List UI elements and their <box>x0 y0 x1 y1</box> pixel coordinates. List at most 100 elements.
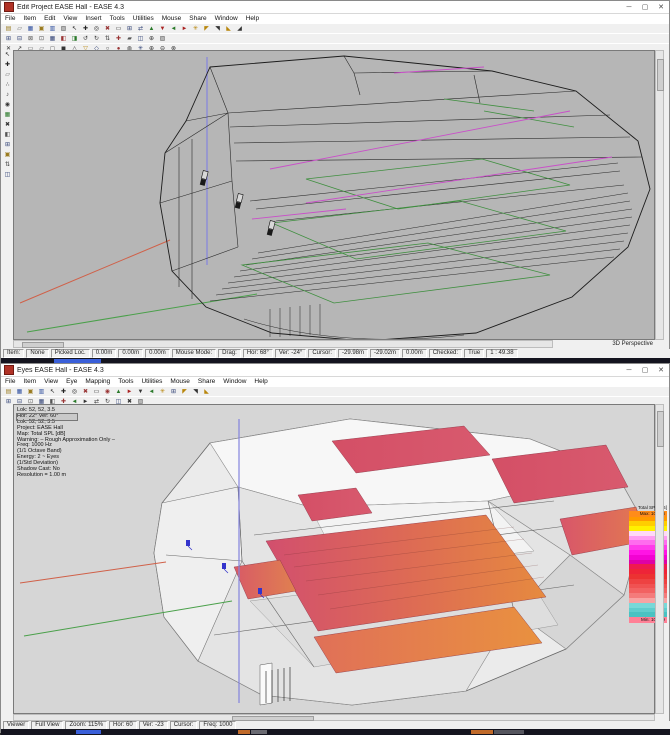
menu-item[interactable]: Item <box>19 378 40 385</box>
wireframe-3d-view[interactable] <box>13 50 655 340</box>
menu-item[interactable]: Eye <box>62 378 81 385</box>
flag-objects-icon[interactable]: ◢ <box>234 24 245 33</box>
flag-a-icon[interactable]: ◤ <box>179 387 190 396</box>
open-folder-icon[interactable]: ▣ <box>36 24 47 33</box>
menu-item[interactable]: Window <box>219 378 250 385</box>
zoom-window-icon[interactable]: ◎ <box>91 24 102 33</box>
maximize-button[interactable]: ▢ <box>637 364 653 376</box>
layers-tool-icon[interactable]: ◫ <box>3 170 13 180</box>
window-split-icon[interactable]: ◫ <box>135 34 146 43</box>
menu-item[interactable]: Item <box>19 15 40 22</box>
render-mapping-icon[interactable]: ◉ <box>102 387 113 396</box>
menu-item[interactable]: View <box>40 378 62 385</box>
object-tool-icon[interactable]: ▣ <box>3 150 13 160</box>
surface-tool-icon[interactable]: ◧ <box>3 130 13 140</box>
walker-icon[interactable]: ▲ <box>113 387 124 396</box>
redo-icon[interactable]: ↻ <box>91 34 102 43</box>
menu-item[interactable]: Utilities <box>129 15 158 22</box>
solid-face-icon[interactable]: ▰ <box>124 34 135 43</box>
move-up-icon[interactable]: ▲ <box>146 24 157 33</box>
eyes-title-bar[interactable]: Eyes EASE Hall - EASE 4.3 ─ ▢ ✕ <box>1 364 669 377</box>
light-icon[interactable]: ✳ <box>157 387 168 396</box>
import-dxf-icon[interactable]: ▧ <box>58 24 69 33</box>
crosshair-tool-icon[interactable]: ✚ <box>3 60 13 70</box>
close-button[interactable]: ✕ <box>653 364 669 376</box>
menu-item[interactable]: Help <box>242 15 263 22</box>
close-button[interactable]: ✕ <box>653 1 669 13</box>
save-project-icon[interactable]: ▦ <box>25 24 36 33</box>
mapping-3d-view[interactable]: Lok: 52, 52, 3.5Hor: 22° Ver: 60°Lok: 52… <box>13 404 655 714</box>
minimize-button[interactable]: ─ <box>621 364 637 376</box>
open-room-icon[interactable]: ▣ <box>25 387 36 396</box>
menu-item[interactable]: Share <box>185 15 210 22</box>
face-tool-icon[interactable]: ▱ <box>3 70 13 80</box>
new-project-icon[interactable]: ▱ <box>14 24 25 33</box>
select-tool-icon[interactable]: ↖ <box>3 50 13 60</box>
save-picture-icon[interactable]: ▥ <box>36 387 47 396</box>
menu-item[interactable]: Insert <box>81 15 105 22</box>
remove-grid-icon[interactable]: ⊟ <box>14 34 25 43</box>
edit-title-bar[interactable]: Edit Project EASE Hall - EASE 4.3 ─ ▢ ✕ <box>1 1 669 14</box>
insert-origin-icon[interactable]: ⊕ <box>146 34 157 43</box>
menu-item[interactable]: Share <box>194 378 219 385</box>
table-view-icon[interactable]: ⊞ <box>124 24 135 33</box>
move-down-icon[interactable]: ▼ <box>157 24 168 33</box>
paint-left-icon[interactable]: ◧ <box>58 34 69 43</box>
maximize-button[interactable]: ▢ <box>637 1 653 13</box>
pan-icon[interactable]: ✚ <box>80 24 91 33</box>
paint-right-icon[interactable]: ◨ <box>69 34 80 43</box>
flag-c-icon[interactable]: ◣ <box>201 387 212 396</box>
zoom-window-icon[interactable]: ◎ <box>69 387 80 396</box>
hatch-icon[interactable]: ▨ <box>157 34 168 43</box>
eyes-vertical-scrollbar[interactable] <box>655 404 664 714</box>
frame-icon[interactable]: ▭ <box>113 24 124 33</box>
menu-item[interactable]: File <box>1 15 19 22</box>
menu-item[interactable]: View <box>59 15 81 22</box>
measure-tool-icon[interactable]: ⇅ <box>3 160 13 170</box>
vertex-tool-icon[interactable]: ∴ <box>3 80 13 90</box>
pointer-icon[interactable]: ↖ <box>69 24 80 33</box>
loudspeaker-tool-icon[interactable]: ♪ <box>3 90 13 100</box>
swap-icon[interactable]: ⇅ <box>102 34 113 43</box>
check-data-icon[interactable]: ✳ <box>190 24 201 33</box>
save-as-icon[interactable]: ▥ <box>47 24 58 33</box>
minimize-button[interactable]: ─ <box>621 1 637 13</box>
edge-tool-icon[interactable]: ✖ <box>3 120 13 130</box>
frame-icon[interactable]: ▭ <box>91 387 102 396</box>
menu-item[interactable]: Tools <box>114 378 137 385</box>
open-project-icon[interactable]: ▤ <box>3 387 14 396</box>
add-vertex-icon[interactable]: ✚ <box>113 34 124 43</box>
run-icon[interactable]: ► <box>124 387 135 396</box>
edit-horizontal-scrollbar[interactable] <box>13 340 553 348</box>
cell-icon[interactable]: ⊡ <box>36 34 47 43</box>
next-item-icon[interactable]: ► <box>179 24 190 33</box>
audience-area-tool-icon[interactable]: ▦ <box>3 110 13 120</box>
flag-faces-icon[interactable]: ◥ <box>212 24 223 33</box>
delete-icon[interactable]: ✖ <box>80 387 91 396</box>
flag-b-icon[interactable]: ◥ <box>190 387 201 396</box>
grid-icon[interactable]: ⊞ <box>3 34 14 43</box>
flag-edges-icon[interactable]: ◣ <box>223 24 234 33</box>
menu-item[interactable]: Mouse <box>158 15 186 22</box>
delete-icon[interactable]: ✖ <box>102 24 113 33</box>
table-icon[interactable]: ▦ <box>47 34 58 43</box>
grid-tool-icon[interactable]: ⊞ <box>3 140 13 150</box>
listener-seat-tool-icon[interactable]: ◉ <box>3 100 13 110</box>
edit-vertical-scrollbar[interactable] <box>655 50 664 340</box>
mirror-icon[interactable]: ⇄ <box>135 24 146 33</box>
flag-vertices-icon[interactable]: ◤ <box>201 24 212 33</box>
menu-item[interactable]: Mouse <box>166 378 194 385</box>
save-project-icon[interactable]: ▦ <box>14 387 25 396</box>
menu-item[interactable]: Utilities <box>137 378 166 385</box>
undo-icon[interactable]: ↺ <box>80 34 91 43</box>
close-grid-icon[interactable]: ⊠ <box>25 34 36 43</box>
menu-item[interactable]: Mapping <box>81 378 114 385</box>
menu-item[interactable]: Help <box>250 378 271 385</box>
menu-item[interactable]: Tools <box>106 15 129 22</box>
pan-icon[interactable]: ✚ <box>58 387 69 396</box>
grid-icon[interactable]: ⊞ <box>168 387 179 396</box>
pointer-icon[interactable]: ↖ <box>47 387 58 396</box>
open-project-icon[interactable]: ▤ <box>3 24 14 33</box>
step-down-icon[interactable]: ▼ <box>135 387 146 396</box>
menu-item[interactable]: Window <box>211 15 242 22</box>
